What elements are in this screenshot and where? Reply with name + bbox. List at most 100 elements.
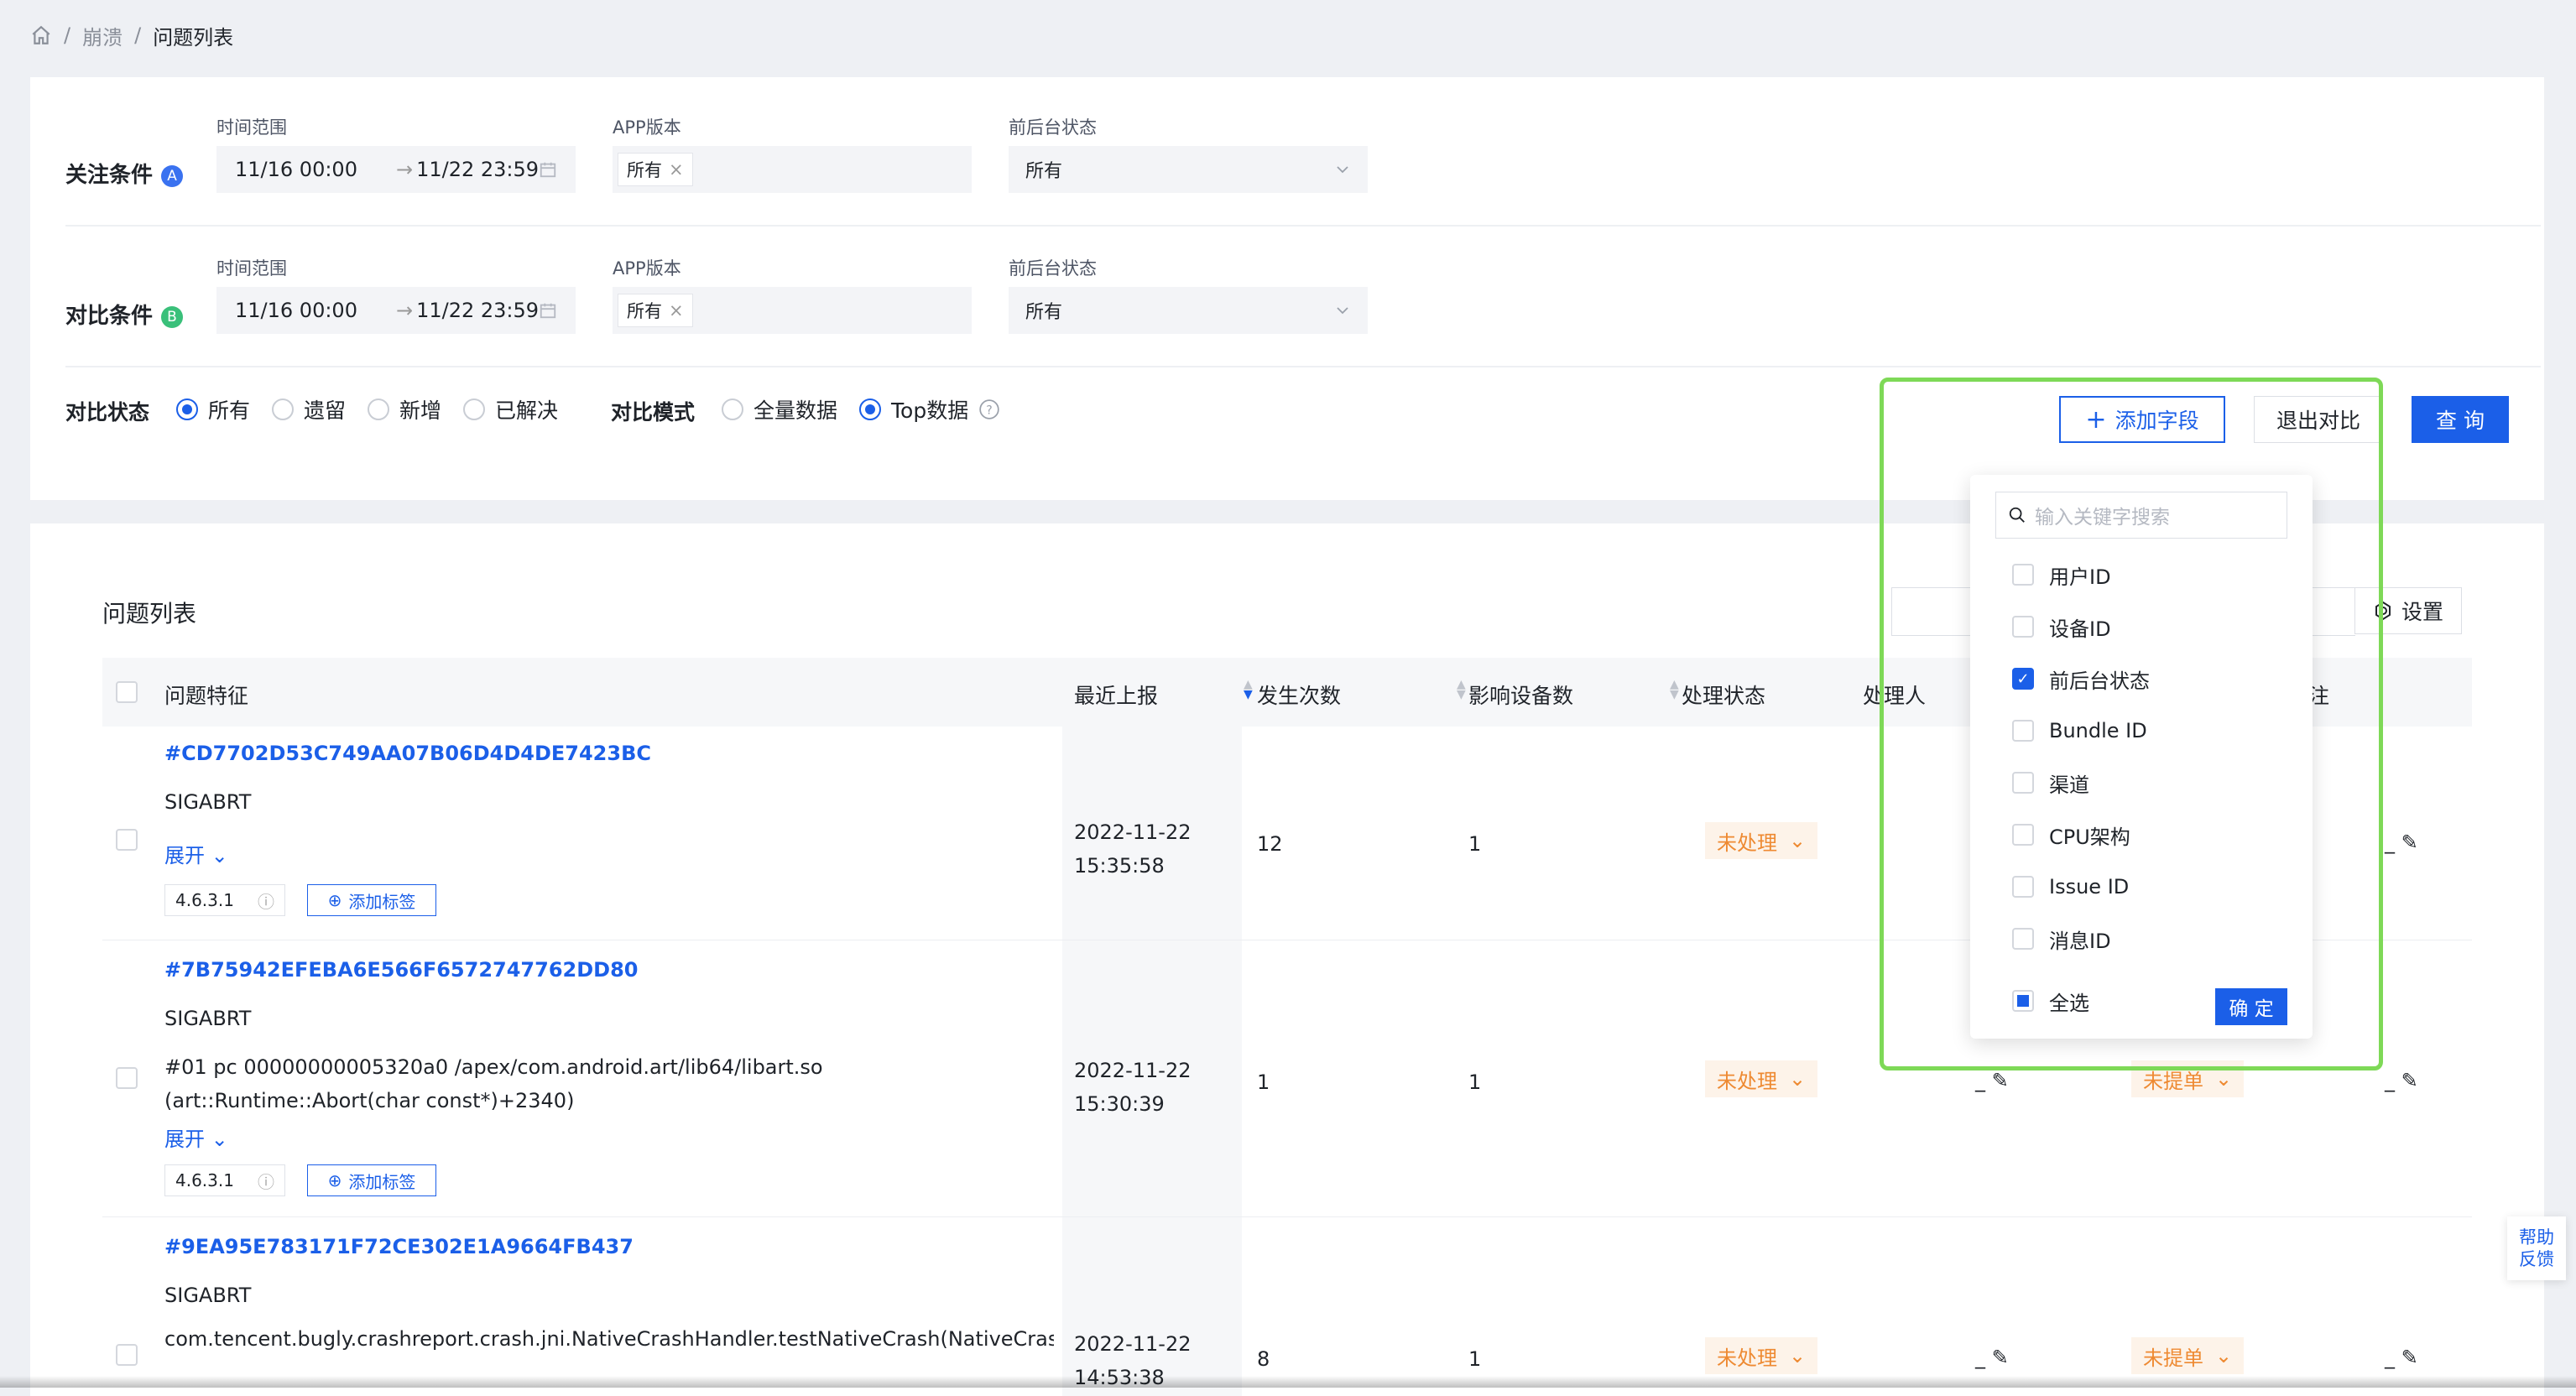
checkbox: [2012, 876, 2034, 898]
svg-text:?: ?: [986, 404, 992, 417]
checkbox: [2012, 824, 2034, 846]
occurrence-count: 1: [1257, 1070, 1270, 1094]
app-version-select-a[interactable]: 所有 ×: [613, 146, 972, 193]
checkbox-checked: ✓: [2012, 668, 2034, 690]
home-icon[interactable]: [30, 24, 52, 46]
field-option-bundle-id[interactable]: Bundle ID: [2012, 705, 2289, 757]
confirm-button[interactable]: 确 定: [2215, 988, 2287, 1025]
field-option-message-id[interactable]: 消息ID: [2012, 913, 2289, 965]
add-tag-button[interactable]: ⊕ 添加标签: [307, 884, 436, 916]
badge-b: B: [161, 305, 184, 328]
row-checkbox[interactable]: [116, 1344, 138, 1366]
app-version-label: APP版本: [613, 117, 681, 138]
help-icon[interactable]: ⓘ: [258, 1169, 274, 1193]
add-tag-button[interactable]: ⊕ 添加标签: [307, 1164, 436, 1196]
breadcrumb-crash[interactable]: 崩溃: [82, 21, 123, 50]
time-range-label: 时间范围: [216, 117, 287, 138]
sort-icon[interactable]: ▲ ▼: [1670, 679, 1679, 701]
last-report-time: 2022-11-22 15:35:58: [1074, 820, 1192, 878]
close-icon[interactable]: ×: [669, 159, 684, 180]
help-icon[interactable]: ?: [978, 398, 1000, 420]
col-last-report[interactable]: 最近上报: [1074, 680, 1158, 710]
issue-detail: #01 pc 00000000005320a0 /apex/com.androi…: [164, 1055, 823, 1112]
radio-legacy[interactable]: 遗留: [272, 394, 346, 425]
edit-icon[interactable]: ✎: [1992, 1069, 2009, 1092]
fg-bg-state-select-a[interactable]: 所有: [1009, 146, 1368, 193]
ticket-dropdown[interactable]: 未提单 ⌄: [2131, 1060, 2245, 1097]
query-button[interactable]: 查 询: [2412, 396, 2509, 443]
calendar-icon: [540, 162, 556, 178]
row-checkbox[interactable]: [116, 1067, 138, 1089]
exit-compare-button[interactable]: 退出对比: [2254, 396, 2383, 443]
radio-all[interactable]: 所有: [176, 394, 250, 425]
field-search-input[interactable]: 输入关键字搜索: [1995, 492, 2287, 539]
col-count[interactable]: 发生次数: [1257, 680, 1341, 710]
row-checkbox[interactable]: [116, 829, 138, 851]
help-icon[interactable]: ⓘ: [258, 888, 274, 913]
edit-icon[interactable]: ✎: [1992, 1346, 2009, 1369]
status-dropdown[interactable]: 未处理 ⌄: [1705, 822, 1818, 859]
time-range-picker-a[interactable]: 11/16 00:00 → 11/22 23:59: [216, 146, 576, 193]
issue-id-link[interactable]: #7B75942EFEBA6E566F6572747762DD80: [164, 958, 638, 982]
status-dropdown[interactable]: 未处理 ⌄: [1705, 1060, 1818, 1097]
fg-bg-state-select-b[interactable]: 所有: [1009, 287, 1368, 334]
sort-icon[interactable]: ▲ ▼: [1244, 679, 1253, 701]
field-option-fg-bg-state[interactable]: ✓ 前后台状态: [2012, 653, 2289, 705]
fg-bg-state-label: 前后台状态: [1009, 117, 1097, 138]
select-all-checkbox[interactable]: [116, 681, 138, 703]
handler-value: _ ✎: [1975, 1069, 2009, 1092]
checkbox: [2012, 928, 2034, 950]
edit-icon[interactable]: ✎: [2401, 1346, 2418, 1369]
field-option-device-id[interactable]: 设备ID: [2012, 601, 2289, 653]
last-report-time: 2022-11-22 15:30:39: [1074, 1059, 1192, 1116]
ticket-dropdown[interactable]: 未提单 ⌄: [2131, 1337, 2245, 1374]
device-count: 1: [1468, 832, 1482, 856]
add-field-button[interactable]: + 添加字段: [2059, 396, 2225, 443]
field-option-issue-id[interactable]: Issue ID: [2012, 861, 2289, 913]
time-range-picker-b[interactable]: 11/16 00:00 → 11/22 23:59: [216, 287, 576, 334]
device-count: 1: [1468, 1347, 1482, 1371]
chevron-down-icon: ⌄: [2215, 1344, 2233, 1367]
expand-link[interactable]: 展开 ⌄: [164, 839, 228, 868]
field-option-cpu-arch[interactable]: CPU架构: [2012, 809, 2289, 861]
radio-resolved[interactable]: 已解决: [463, 394, 558, 425]
field-option-user-id[interactable]: 用户ID: [2012, 549, 2289, 601]
select-all-option[interactable]: 全选: [2012, 975, 2089, 1027]
issue-signal: SIGABRT: [164, 1284, 252, 1307]
occurrence-count: 12: [1257, 832, 1283, 856]
issue-signal: SIGABRT: [164, 1007, 252, 1030]
arrow-right-icon: →: [395, 299, 414, 322]
time-start: 11/16 00:00: [235, 158, 357, 181]
app-version-select-b[interactable]: 所有 ×: [613, 287, 972, 334]
sort-icon[interactable]: ▲ ▼: [1457, 679, 1466, 701]
help-feedback-button[interactable]: 帮助 反馈: [2507, 1216, 2566, 1280]
edit-icon[interactable]: ✎: [2401, 1069, 2418, 1092]
checkbox: [2012, 616, 2034, 638]
add-field-dropdown: 输入关键字搜索 用户ID 设备ID ✓ 前后台状态 Bundle ID 渠道 CP…: [1970, 475, 2313, 1039]
field-option-channel[interactable]: 渠道: [2012, 757, 2289, 809]
app-version-label: APP版本: [613, 258, 681, 279]
issue-detail: com.tencent.bugly.crashreport.crash.jni.…: [164, 1327, 1054, 1351]
radio-top-data[interactable]: Top数据 ?: [859, 394, 1000, 425]
chevron-down-icon: ⌄: [211, 844, 228, 867]
edit-icon[interactable]: ✎: [2401, 831, 2418, 854]
col-devices[interactable]: 影响设备数: [1468, 680, 1573, 710]
status-dropdown[interactable]: 未处理 ⌄: [1705, 1337, 1818, 1374]
chevron-down-icon: ⌄: [211, 1128, 228, 1151]
badge-a: A: [161, 164, 184, 187]
field-list: 用户ID 设备ID ✓ 前后台状态 Bundle ID 渠道 CPU架构 Issu…: [2012, 549, 2289, 965]
issue-id-link[interactable]: #9EA95E783171F72CE302E1A9664FB437: [164, 1235, 634, 1258]
issue-id-link[interactable]: #CD7702D53C749AA07B06D4D4DE7423BC: [164, 742, 651, 765]
filter-panel: 关注条件 A 时间范围 11/16 00:00 → 11/22 23:59 APP…: [30, 77, 2544, 500]
close-icon[interactable]: ×: [669, 300, 684, 320]
time-start: 11/16 00:00: [235, 299, 357, 322]
issue-signal: SIGABRT: [164, 790, 252, 814]
app-version-tag: 所有 ×: [618, 153, 693, 186]
settings-button[interactable]: 设置: [2354, 587, 2462, 634]
radio-new[interactable]: 新增: [368, 394, 441, 425]
chevron-down-icon: [1337, 166, 1348, 174]
calendar-icon: [540, 303, 556, 319]
search-placeholder: 输入关键字搜索: [2035, 507, 2170, 529]
expand-link[interactable]: 展开 ⌄: [164, 1123, 228, 1152]
radio-full-data[interactable]: 全量数据: [722, 394, 837, 425]
